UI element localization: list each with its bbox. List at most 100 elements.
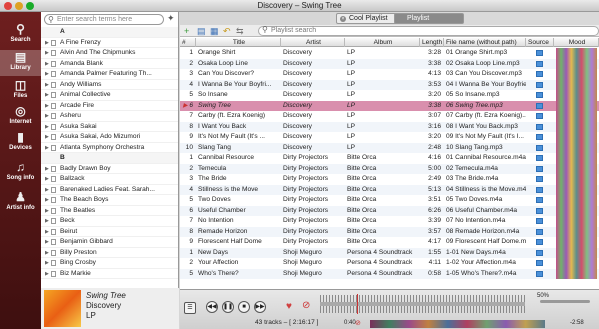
artist-item[interactable]: ▶ Bing Crosby xyxy=(41,258,178,269)
track-row[interactable]: 8 I Want You Back Discovery LP 3:16 08 I Want… xyxy=(180,121,599,132)
playlist-search-input[interactable]: ⚲ Playlist search xyxy=(258,26,599,36)
expand-icon[interactable]: ▶ xyxy=(45,101,49,111)
track-row[interactable]: 6 Useful Chamber Dirty Projectors Bitte Orc… xyxy=(180,205,599,216)
artist-item[interactable]: ▶ A Fine Frenzy xyxy=(41,38,178,48)
tab-close-icon[interactable]: × xyxy=(340,16,346,22)
open-icon[interactable]: ▤ xyxy=(197,26,206,36)
ban-icon[interactable]: ⊘ xyxy=(302,300,310,311)
track-row[interactable]: 9 Florescent Half Dome Dirty Projectors Bit… xyxy=(180,237,599,248)
artist-item[interactable]: ▶ Andy Williams xyxy=(41,80,178,90)
sidebar-item-search[interactable]: ⚲ Search xyxy=(0,22,41,48)
shuffle-icon[interactable]: ⇆ xyxy=(236,26,244,36)
add-icon[interactable]: + xyxy=(184,26,189,36)
expand-icon[interactable]: ▶ xyxy=(45,164,49,174)
artist-item[interactable]: ▶ Badly Drawn Boy xyxy=(41,164,178,174)
track-row-playing[interactable]: ▶ 6 Swing Tree Discovery LP 3:38 06 Swing Tree… xyxy=(180,100,599,111)
artist-item[interactable]: ▶ The Beach Boys xyxy=(41,195,178,206)
column-mood[interactable]: Mood xyxy=(554,38,599,47)
track-row[interactable]: 4 Stillness is the Move Dirty Projectors Bi… xyxy=(180,184,599,195)
artist-item[interactable]: ▶ Asheru xyxy=(41,111,178,122)
expand-icon[interactable]: ▶ xyxy=(45,38,49,48)
track-row[interactable]: 3 The Bride Dirty Projectors Bitte Orca 2:49… xyxy=(180,174,599,185)
track-row[interactable]: 5 Who's There? Shoji Meguro Persona 4 Sound… xyxy=(180,268,599,279)
track-row[interactable]: 1 Orange Shirt Discovery LP 3:28 01 Orange Sh… xyxy=(180,48,599,59)
artist-item[interactable]: ▶ Beirut xyxy=(41,227,178,237)
track-row[interactable]: 5 So Insane Discovery LP 3:20 05 So Insane.mp… xyxy=(180,90,599,101)
track-row[interactable]: 9 It's Not My Fault (It's ... Discovery LP 3… xyxy=(180,132,599,143)
artist-item[interactable]: ▶ Benjamin Gibbard xyxy=(41,237,178,248)
artist-item[interactable]: ▶ The Beatles xyxy=(41,206,178,216)
track-row[interactable]: 10 Slang Tang Discovery LP 2:48 10 Slang Tang… xyxy=(180,142,599,153)
save-icon[interactable]: ▦ xyxy=(210,26,219,36)
expand-icon[interactable]: ▶ xyxy=(45,69,49,79)
artist-item[interactable]: ▶ Asuka Sakai, Ado Mizumori xyxy=(41,132,178,143)
column-source[interactable]: Source xyxy=(526,38,554,47)
stop-button[interactable]: ■ xyxy=(238,301,250,313)
expand-icon[interactable]: ▶ xyxy=(45,258,49,268)
artist-item[interactable]: ▶ Amanda Palmer Featuring Th... xyxy=(41,69,178,80)
artist-item[interactable]: ▶ Biz Markie xyxy=(41,269,178,279)
artist-item[interactable]: ▶ Animal Collective xyxy=(41,90,178,101)
column-length[interactable]: Length xyxy=(420,38,444,47)
track-row[interactable]: 7 Carby (ft. Ezra Koenig) Discovery LP 3:07 0… xyxy=(180,111,599,122)
expand-icon[interactable]: ▶ xyxy=(45,143,49,153)
tab-playlist[interactable]: Playlist xyxy=(394,13,464,24)
expand-icon[interactable]: ▶ xyxy=(45,216,49,226)
minimize-icon[interactable] xyxy=(15,2,23,10)
artist-item[interactable]: ▶ Barenaked Ladies Feat. Sarah... xyxy=(41,185,178,195)
artist-item[interactable]: ▶ Amanda Blank xyxy=(41,59,178,69)
track-row[interactable]: 2 Osaka Loop Line Discovery LP 3:38 02 Osaka … xyxy=(180,58,599,69)
artist-item[interactable]: ▶ Beck xyxy=(41,216,178,227)
previous-button[interactable]: ◀◀ xyxy=(206,301,218,313)
sidebar-item-song-info[interactable]: ♫ Song info xyxy=(0,160,41,186)
expand-icon[interactable]: ▶ xyxy=(45,237,49,247)
expand-icon[interactable]: ▶ xyxy=(45,185,49,195)
next-button[interactable]: ▶▶ xyxy=(254,301,266,313)
track-row[interactable]: 1 Cannibal Resource Dirty Projectors Bitte … xyxy=(180,153,599,164)
wand-icon[interactable]: ✦ xyxy=(167,13,175,24)
expand-icon[interactable]: ▶ xyxy=(45,132,49,142)
close-icon[interactable] xyxy=(4,2,12,10)
zoom-icon[interactable] xyxy=(26,2,34,10)
artist-item[interactable]: ▶ Asuka Sakai xyxy=(41,122,178,132)
expand-icon[interactable]: ▶ xyxy=(45,248,49,258)
track-row[interactable]: 8 Remade Horizon Dirty Projectors Bitte Orc… xyxy=(180,226,599,237)
expand-icon[interactable]: ▶ xyxy=(45,90,49,100)
column-artist[interactable]: Artist xyxy=(281,38,345,47)
volume-slider[interactable] xyxy=(540,300,590,303)
expand-icon[interactable]: ▶ xyxy=(45,48,49,58)
expand-icon[interactable]: ▶ xyxy=(45,80,49,90)
sidebar-item-library[interactable]: ▤ Library xyxy=(0,50,41,76)
column-album[interactable]: Album xyxy=(345,38,420,47)
artist-item[interactable]: ▶ Ballzack xyxy=(41,174,178,185)
expand-icon[interactable]: ▶ xyxy=(45,59,49,69)
sidebar-item-internet[interactable]: ◎ Internet xyxy=(0,104,41,130)
love-icon[interactable]: ♥ xyxy=(286,301,292,312)
column-number[interactable]: # xyxy=(180,38,196,47)
track-row[interactable]: 5 Two Doves Dirty Projectors Bitte Orca 3:51… xyxy=(180,195,599,206)
sidebar-item-devices[interactable]: ▮ Devices xyxy=(0,130,41,156)
expand-icon[interactable]: ▶ xyxy=(45,195,49,205)
track-row[interactable]: 4 I Wanna Be Your Boyfri... Discovery LP 3:5… xyxy=(180,79,599,90)
expand-icon[interactable]: ▶ xyxy=(45,206,49,216)
artist-group-header[interactable]: A xyxy=(41,27,178,38)
expand-icon[interactable]: ▶ xyxy=(45,122,49,132)
artist-item[interactable]: ▶ Billy Preston xyxy=(41,248,178,258)
seek-position[interactable] xyxy=(356,294,358,314)
expand-icon[interactable]: ▶ xyxy=(45,174,49,184)
column-filename[interactable]: File name (without path) xyxy=(444,38,526,47)
track-row[interactable]: 2 Temecula Dirty Projectors Bitte Orca 5:00 0… xyxy=(180,163,599,174)
track-row[interactable]: 3 Can You Discover? Discovery LP 4:13 03 Can … xyxy=(180,69,599,80)
track-row[interactable]: 2 Your Affection Shoji Meguro Persona 4 Sou… xyxy=(180,258,599,269)
artist-item[interactable]: ▶ Alvin And The Chipmunks xyxy=(41,48,178,59)
artist-item[interactable]: ▶ Atlanta Symphony Orchestra xyxy=(41,143,178,153)
pause-button[interactable]: ❚❚ xyxy=(222,301,234,313)
artist-group-header[interactable]: B xyxy=(41,153,178,164)
sidebar-item-files[interactable]: ◫ Files xyxy=(0,78,41,104)
artist-item[interactable]: ▶ Arcade Fire xyxy=(41,101,178,111)
expand-icon[interactable]: ▶ xyxy=(45,227,49,237)
artist-search-input[interactable]: ⚲ Enter search terms here xyxy=(44,14,164,25)
column-title[interactable]: Title xyxy=(196,38,281,47)
track-row[interactable]: 1 New Days Shoji Meguro Persona 4 Soundtrac… xyxy=(180,247,599,258)
sidebar-item-artist-info[interactable]: ♟ Artist info xyxy=(0,190,41,216)
